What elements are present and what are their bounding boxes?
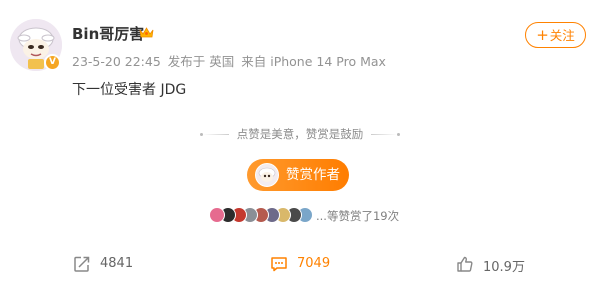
author-mini-avatar — [255, 163, 279, 187]
repost-count: 4841 — [100, 256, 134, 271]
action-bar: 4841 7049 10.9万 — [0, 254, 600, 276]
location: 发布于 英国 — [167, 54, 235, 69]
divider-line — [203, 134, 230, 135]
reward-button-label: 赞赏作者 — [286, 167, 340, 183]
post-text: 下一位受害者 JDG — [72, 82, 187, 98]
plus-icon: + — [536, 26, 549, 44]
post-meta: 23-5-20 22:45 发布于 英国 来自 iPhone 14 Pro Ma… — [72, 51, 389, 70]
thumbs-up-icon — [457, 256, 473, 272]
username[interactable]: Bin哥厉害 — [72, 23, 144, 44]
repost-icon — [74, 256, 90, 272]
comment-count: 7049 — [297, 256, 331, 271]
like-count: 10.9万 — [483, 260, 525, 275]
source: 来自 iPhone 14 Pro Max — [241, 54, 386, 69]
supporters-summary[interactable]: ...等赞赏了19次 — [316, 208, 399, 224]
reward-slogan: 点赞是美意，赞赏是鼓励 — [0, 126, 600, 142]
verified-badge-icon: V — [44, 54, 61, 71]
follow-button[interactable]: +关注 — [525, 22, 586, 48]
timestamp[interactable]: 23-5-20 22:45 — [72, 54, 161, 69]
comment-icon — [271, 257, 287, 272]
divider-dot — [396, 133, 400, 136]
follow-label: 关注 — [549, 28, 575, 43]
reward-author-button[interactable]: 赞赏作者 — [247, 159, 349, 191]
crown-icon — [139, 27, 154, 38]
supporter-avatar — [209, 207, 225, 223]
reward-slogan-text: 点赞是美意，赞赏是鼓励 — [236, 127, 364, 141]
divider-line — [370, 134, 397, 135]
